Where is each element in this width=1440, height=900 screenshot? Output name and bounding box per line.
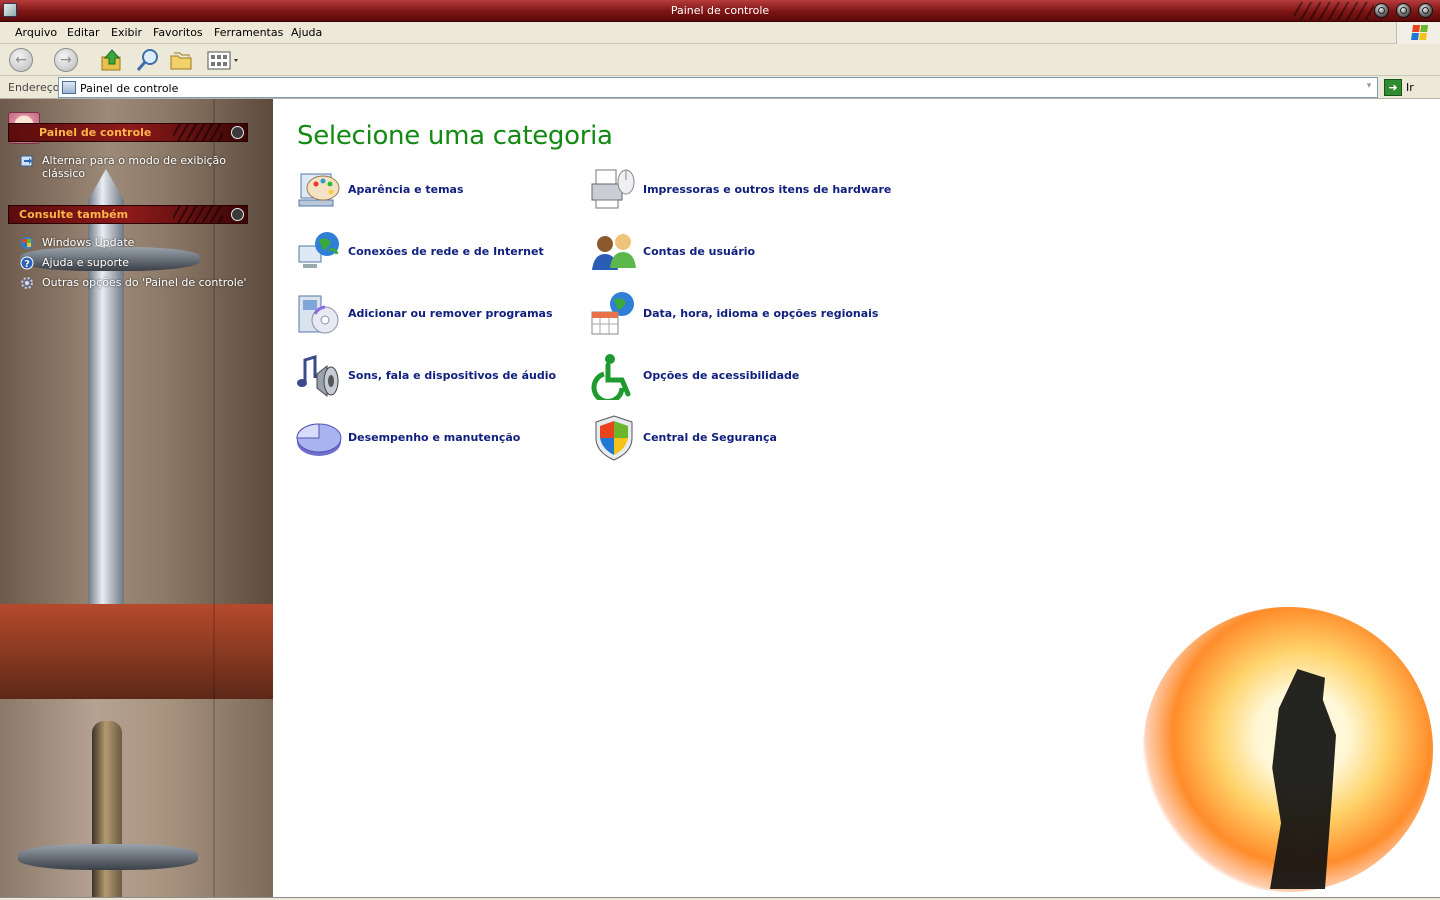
accessibility-icon — [591, 354, 631, 400]
category-label: Contas de usuário — [643, 245, 756, 258]
ground-decoration — [0, 604, 273, 699]
category-performance[interactable]: Desempenho e manutenção — [295, 414, 555, 462]
category-label: Opções de acessibilidade — [643, 369, 800, 382]
windows-flag-icon — [1411, 25, 1429, 41]
category-appearance[interactable]: Aparência e temas — [295, 166, 555, 214]
up-button[interactable] — [100, 48, 124, 72]
category-user-accounts[interactable]: Contas de usuário — [590, 228, 890, 276]
panel-header-title: Painel de controle — [39, 126, 152, 139]
network-globe-icon — [298, 232, 339, 268]
minimize-icon — [1378, 7, 1385, 14]
maximize-icon — [1400, 7, 1407, 14]
task-windows-update[interactable]: Windows Update — [20, 236, 220, 250]
add-remove-programs-icon — [298, 295, 339, 334]
category-security-center[interactable]: Central de Segurança — [590, 414, 890, 462]
address-input[interactable]: Painel de controle ▾ — [58, 77, 1378, 98]
category-add-remove[interactable]: Adicionar ou remover programas — [295, 290, 555, 338]
category-label: Impressoras e outros itens de hardware — [643, 183, 892, 196]
forward-arrow-icon: → — [60, 52, 72, 68]
address-bar: Endereço Painel de controle ▾ ➜ Ir — [0, 76, 1440, 99]
address-dropdown-icon[interactable]: ▾ — [1363, 81, 1375, 94]
category-label: Adicionar ou remover programas — [348, 307, 553, 320]
close-button[interactable] — [1418, 3, 1433, 18]
date-time-globe-icon — [591, 292, 634, 335]
category-sounds[interactable]: Sons, fala e dispositivos de áudio — [295, 352, 557, 400]
category-accessibility[interactable]: Opções de acessibilidade — [590, 352, 890, 400]
user-accounts-icon — [592, 234, 636, 270]
panel-header-painel-de-controle[interactable]: Painel de controle — [8, 123, 248, 142]
sound-speaker-icon — [297, 354, 339, 398]
address-label: Endereço — [8, 81, 60, 94]
menu-bar: Arquivo Editar Exibir Favoritos Ferramen… — [0, 22, 1440, 44]
forward-button[interactable]: → — [54, 48, 78, 72]
category-label: Central de Segurança — [643, 431, 777, 444]
windows-logo — [1396, 22, 1440, 44]
header-decoration — [173, 206, 223, 223]
header-decoration — [173, 124, 223, 141]
windows-update-icon — [21, 237, 33, 249]
back-button[interactable]: ← — [9, 48, 33, 72]
menu-ajuda[interactable]: Ajuda — [291, 26, 322, 39]
category-label: Data, hora, idioma e opções regionais — [643, 307, 879, 320]
appearance-palette-icon — [298, 173, 340, 207]
performance-pie-icon — [296, 423, 342, 456]
category-label: Sons, fala e dispositivos de áudio — [348, 369, 557, 382]
folders-icon — [170, 52, 192, 70]
titlebar-decoration — [1294, 2, 1374, 20]
menu-arquivo[interactable]: Arquivo — [15, 26, 57, 39]
menu-favoritos[interactable]: Favoritos — [153, 26, 203, 39]
page-title: Selecione uma categoria — [297, 121, 613, 151]
title-bar: Painel de controle — [0, 0, 1440, 22]
close-icon — [1422, 7, 1429, 14]
collapse-icon[interactable] — [231, 208, 244, 221]
control-panel-icon — [62, 81, 76, 94]
sword-guard-decoration-lower — [18, 844, 198, 870]
go-button-label[interactable]: Ir — [1406, 81, 1414, 94]
address-value: Painel de controle — [80, 82, 179, 95]
up-folder-icon — [101, 49, 121, 71]
views-icon — [207, 51, 238, 70]
menu-exibir[interactable]: Exibir — [111, 26, 142, 39]
menu-ferramentas[interactable]: Ferramentas — [214, 26, 283, 39]
views-button[interactable] — [206, 48, 240, 72]
toolbar: ← → — [0, 44, 1440, 76]
category-label: Desempenho e manutenção — [348, 431, 521, 444]
menu-editar[interactable]: Editar — [67, 26, 100, 39]
maximize-button[interactable] — [1396, 3, 1411, 18]
help-icon: ? — [20, 256, 34, 270]
sword-hilt-wallpaper — [92, 721, 122, 900]
category-printers[interactable]: Impressoras e outros itens de hardware — [590, 166, 892, 214]
search-button[interactable] — [136, 48, 160, 72]
svg-text:?: ? — [24, 259, 30, 270]
go-arrow-icon[interactable]: ➜ — [1384, 79, 1402, 96]
category-label: Aparência e temas — [348, 183, 464, 196]
task-switch-classic-view[interactable]: Alternar para o modo de exibição clássic… — [20, 154, 230, 182]
category-label: Conexões de rede e de Internet — [348, 245, 544, 258]
back-arrow-icon: ← — [15, 52, 27, 68]
folders-button[interactable] — [169, 48, 193, 72]
panel-header-title: Consulte também — [19, 208, 129, 221]
task-other-options[interactable]: Outras opções do 'Painel de controle' — [20, 276, 260, 290]
category-date-time[interactable]: Data, hora, idioma e opções regionais — [590, 290, 890, 338]
printer-icon — [591, 169, 635, 209]
security-shield-icon — [595, 415, 633, 461]
gear-icon — [21, 277, 33, 289]
search-icon — [136, 49, 158, 71]
main-content: Selecione uma categoria Aparência e tema… — [273, 99, 1440, 897]
task-help-support[interactable]: ? Ajuda e suporte — [20, 256, 220, 270]
panel-header-consulte-tambem[interactable]: Consulte também — [8, 205, 248, 224]
minimize-button[interactable] — [1374, 3, 1389, 18]
collapse-icon[interactable] — [231, 126, 244, 139]
switch-view-icon — [20, 155, 33, 167]
window-title: Painel de controle — [670, 4, 770, 17]
category-network[interactable]: Conexões de rede e de Internet — [295, 228, 555, 276]
